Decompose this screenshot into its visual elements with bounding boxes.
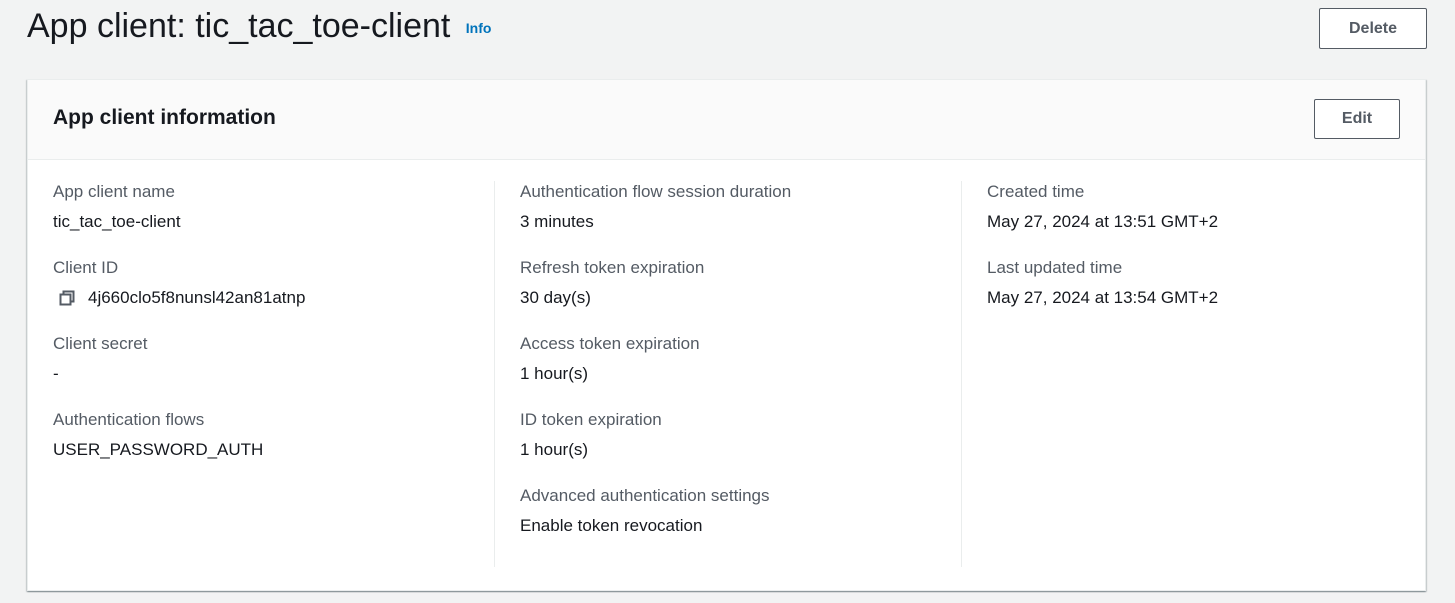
field-value: May 27, 2024 at 13:51 GMT+2 — [987, 212, 1219, 231]
field-authentication-flows: Authentication flows USER_PASSWORD_AUTH — [53, 408, 494, 462]
copy-icon[interactable] — [57, 288, 77, 308]
field-id-token-expiration: ID token expiration 1 hour(s) — [520, 408, 961, 462]
field-label: Client ID — [53, 258, 119, 277]
field-label: Advanced authentication settings — [520, 486, 770, 505]
field-last-updated-time: Last updated time May 27, 2024 at 13:54 … — [987, 256, 1401, 310]
card-title: App client information — [53, 106, 276, 129]
field-value: USER_PASSWORD_AUTH — [53, 440, 264, 459]
details-column-1: App client name tic_tac_toe-client Clien… — [53, 180, 494, 566]
field-app-client-name: App client name tic_tac_toe-client — [53, 180, 494, 234]
client-id-value: 4j660clo5f8nunsl42an81atnp — [88, 288, 306, 307]
page-title: App client: tic_tac_toe-client — [27, 7, 451, 45]
column-divider — [961, 181, 962, 567]
field-label: Authentication flows — [53, 410, 205, 429]
card-header: App client information Edit — [28, 80, 1425, 160]
field-value: - — [53, 364, 59, 383]
delete-button[interactable]: Delete — [1319, 8, 1427, 49]
page-header: App client: tic_tac_toe-client Info Dele… — [27, 0, 1427, 60]
field-advanced-auth-settings: Advanced authentication settings Enable … — [520, 484, 961, 538]
field-auth-flow-session-duration: Authentication flow session duration 3 m… — [520, 180, 961, 234]
field-label: Created time — [987, 182, 1085, 201]
field-label: Access token expiration — [520, 334, 700, 353]
field-value: tic_tac_toe-client — [53, 212, 181, 231]
field-value: 1 hour(s) — [520, 364, 589, 383]
field-label: ID token expiration — [520, 410, 662, 429]
field-label: Client secret — [53, 334, 148, 353]
column-divider — [494, 181, 495, 567]
field-access-token-expiration: Access token expiration 1 hour(s) — [520, 332, 961, 386]
field-refresh-token-expiration: Refresh token expiration 30 day(s) — [520, 256, 961, 310]
field-label: Last updated time — [987, 258, 1123, 277]
details-column-2: Authentication flow session duration 3 m… — [520, 180, 961, 566]
edit-button[interactable]: Edit — [1314, 99, 1400, 139]
field-value: May 27, 2024 at 13:54 GMT+2 — [987, 288, 1219, 307]
field-value: 30 day(s) — [520, 288, 591, 307]
field-created-time: Created time May 27, 2024 at 13:51 GMT+2 — [987, 180, 1401, 234]
app-client-information-card: App client information Edit App client n… — [27, 79, 1426, 591]
field-value: 1 hour(s) — [520, 440, 589, 459]
field-label: Refresh token expiration — [520, 258, 705, 277]
field-client-secret: Client secret - — [53, 332, 494, 386]
field-label: Authentication flow session duration — [520, 182, 792, 201]
field-value: Enable token revocation — [520, 516, 703, 535]
field-client-id: Client ID 4j660clo5f8nunsl42an81atnp — [53, 256, 494, 310]
info-link[interactable]: Info — [466, 20, 492, 36]
field-value-row: 4j660clo5f8nunsl42an81atnp — [53, 286, 494, 310]
details-column-3: Created time May 27, 2024 at 13:51 GMT+2… — [987, 180, 1401, 566]
field-value: 3 minutes — [520, 212, 594, 231]
page-title-row: App client: tic_tac_toe-client Info — [27, 6, 491, 48]
field-label: App client name — [53, 182, 175, 201]
